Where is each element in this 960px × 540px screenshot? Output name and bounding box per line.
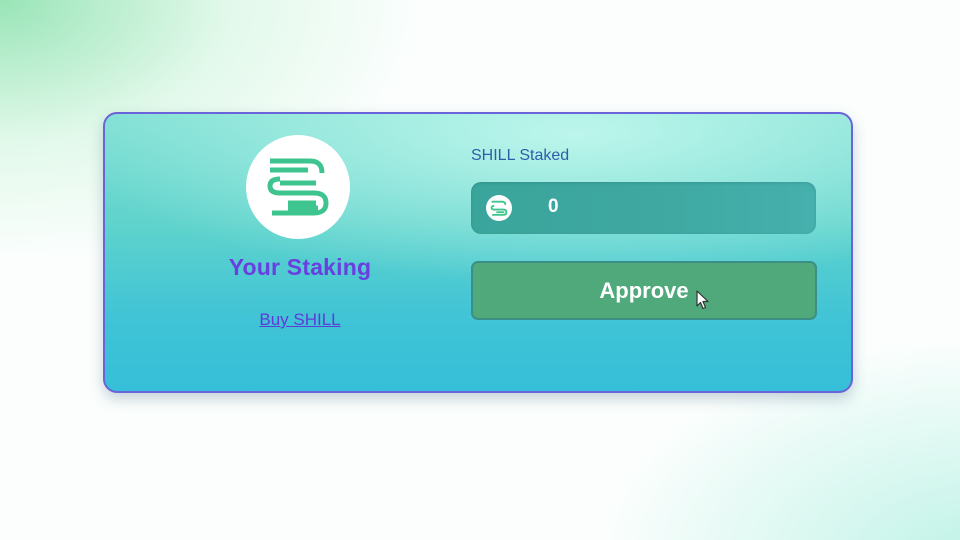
mouse-pointer-icon xyxy=(696,290,710,310)
approve-button[interactable]: Approve xyxy=(471,261,817,320)
staking-title: Your Staking xyxy=(228,254,372,280)
staked-amount-field: 0 xyxy=(471,182,816,234)
shill-staked-label: SHILL Staked xyxy=(471,147,570,164)
buy-shill-link[interactable]: Buy SHILL xyxy=(105,310,495,330)
staking-summary: Your Staking Buy SHILL xyxy=(105,114,495,391)
staked-amount-value: 0 xyxy=(548,196,559,217)
shill-logo-icon xyxy=(246,135,350,239)
shill-token-icon xyxy=(486,195,512,221)
staking-card: Your Staking Buy SHILL SHILL Staked 0 Ap… xyxy=(103,112,853,393)
